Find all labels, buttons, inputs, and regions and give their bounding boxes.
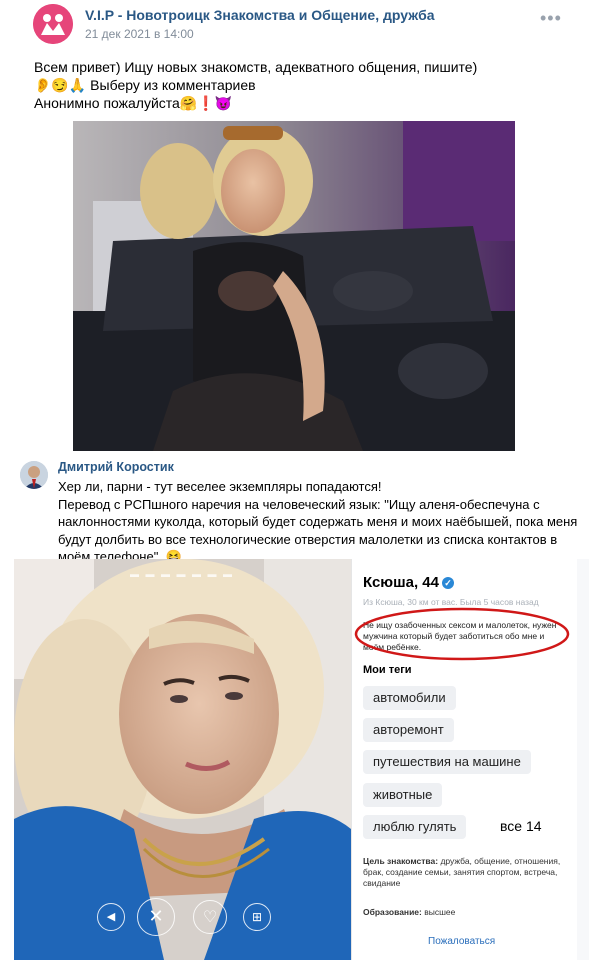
dating-goal: Цель знакомства: дружба, общение, отноше… — [363, 856, 568, 889]
like-button[interactable]: ♡ — [193, 900, 227, 934]
back-icon: ◀ — [106, 910, 116, 923]
group-avatar[interactable] — [33, 4, 73, 44]
post-photo[interactable] — [73, 121, 515, 451]
verified-icon: ✓ — [441, 577, 454, 589]
more-options-icon[interactable]: ••• — [540, 8, 562, 29]
profile-name-text: Ксюша, 44 — [363, 574, 439, 591]
goal-label: Цель знакомства: — [363, 856, 439, 866]
tag-item[interactable]: авторемонт — [363, 718, 454, 742]
comment-text: Хер ли, парни - тут веселее экземпляры п… — [58, 479, 578, 564]
commenter-avatar[interactable] — [20, 461, 48, 489]
close-icon: ✕ — [148, 906, 164, 927]
tag-item[interactable]: автомобили — [363, 686, 456, 710]
post-text: Всем привет) Ищу новых знакомств, адеква… — [34, 59, 478, 111]
back-button[interactable]: ◀ — [97, 903, 125, 931]
edu-label: Образование: — [363, 907, 422, 917]
gift-button[interactable]: ⊞ — [243, 903, 271, 931]
tag-item[interactable]: люблю гулять — [363, 815, 467, 839]
edu-value: высшее — [421, 907, 456, 917]
red-annotation-oval — [354, 607, 570, 661]
post-date[interactable]: 21 дек 2021 в 14:00 — [85, 27, 194, 41]
tags-title: Мои теги — [363, 664, 412, 676]
gift-icon: ⊞ — [251, 910, 263, 924]
report-link[interactable]: Пожаловаться — [428, 936, 495, 947]
dislike-button[interactable]: ✕ — [137, 898, 175, 936]
tag-item[interactable]: путешествия на машине — [363, 750, 531, 774]
education: Образование: высшее — [363, 907, 455, 917]
photo-pager-dots: ▬ ▬ ▬ ▬ ▬ ▬ ▬ — [130, 569, 235, 579]
profile-photo[interactable] — [14, 559, 351, 960]
group-name-link[interactable]: V.I.P - Новотроицк Знакомства и Общение,… — [85, 7, 435, 23]
comment-author-link[interactable]: Дмитрий Коростик — [58, 460, 174, 474]
all-tags-link[interactable]: все 14 — [500, 818, 542, 834]
profile-name: Ксюша, 44 ✓ — [363, 574, 454, 591]
tag-item[interactable]: животные — [363, 783, 443, 807]
heart-icon: ♡ — [202, 907, 218, 926]
group-logo-icon — [33, 4, 73, 44]
